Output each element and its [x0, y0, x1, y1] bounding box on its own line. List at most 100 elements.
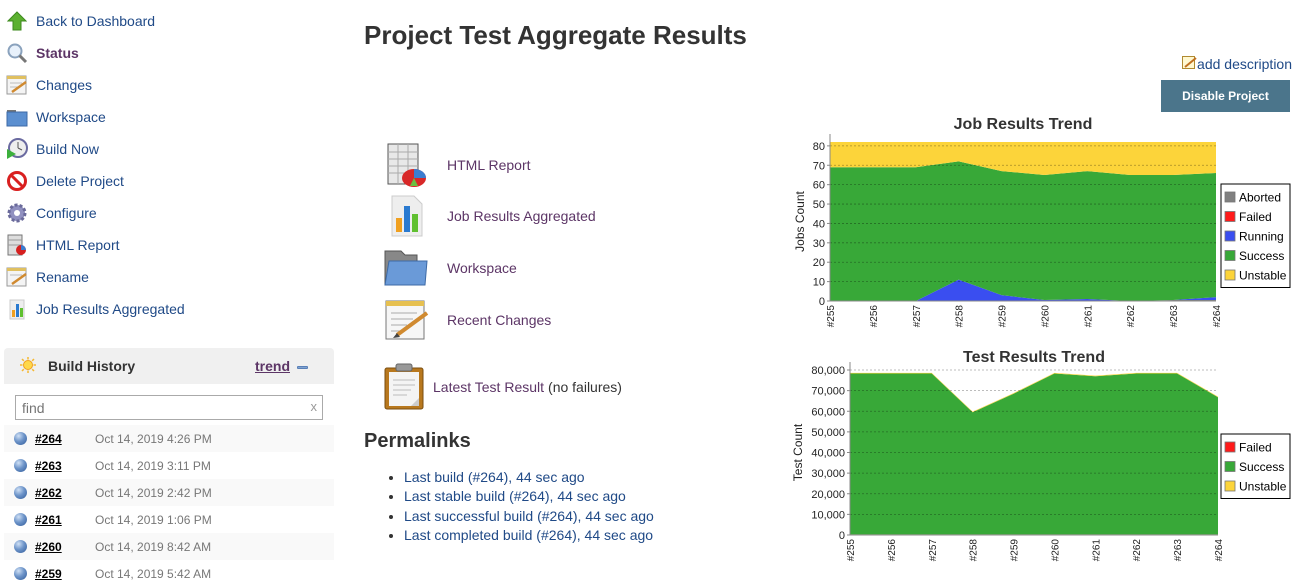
legend-label: Success: [1239, 460, 1284, 474]
sidebar-item-job-results-aggregated[interactable]: Job Results Aggregated: [6, 297, 185, 321]
x-tick-label: #261: [1091, 539, 1102, 562]
status-ball-icon: [14, 459, 27, 472]
build-date[interactable]: Oct 14, 2019 5:42 AM: [95, 567, 211, 581]
magnifier-icon: [6, 42, 28, 64]
permalink-last-successful-build[interactable]: Last successful build (#264), 44 sec ago: [404, 508, 654, 524]
build-date[interactable]: Oct 14, 2019 4:26 PM: [95, 432, 212, 446]
sidebar-item-html-report[interactable]: HTML Report: [6, 233, 120, 257]
sidebar-item-label: Workspace: [36, 109, 106, 125]
up-arrow-icon: [6, 10, 28, 32]
sidebar-item-changes[interactable]: Changes: [6, 73, 92, 97]
x-tick-label: #264: [1212, 305, 1223, 328]
build-date[interactable]: Oct 14, 2019 8:42 AM: [95, 540, 211, 554]
permalink-last-completed-build[interactable]: Last completed build (#264), 44 sec ago: [404, 527, 653, 543]
add-description-link[interactable]: add description: [1197, 56, 1292, 72]
latest-test-result: Latest Test Result (no failures): [383, 363, 622, 411]
sidebar-item-label: Build Now: [36, 141, 100, 157]
job-results-trend-chart[interactable]: Job Results Trend 0 10 20 30 40 50 60 70 80 Jobs C…: [790, 110, 1300, 335]
legend-swatch: [1224, 191, 1236, 203]
sidebar-item-label: Rename: [36, 269, 89, 285]
build-search-input[interactable]: [16, 398, 292, 417]
notepad-icon: [6, 266, 28, 288]
sidebar-item-label: Configure: [36, 205, 97, 221]
link-workspace[interactable]: Workspace: [382, 244, 517, 292]
clear-search-button[interactable]: x: [311, 399, 318, 414]
sidebar-item-label: Delete Project: [36, 173, 124, 189]
html-report-link[interactable]: HTML Report: [447, 157, 531, 173]
build-list: #264 Oct 14, 2019 4:26 PM #263 Oct 14, 201…: [4, 425, 334, 587]
legend-label: Failed: [1239, 441, 1272, 455]
build-number-link[interactable]: #264: [35, 432, 95, 446]
y-tick-label: 70: [813, 160, 825, 172]
y-axis-label: Test Count: [791, 423, 805, 481]
y-tick-label: 0: [819, 296, 825, 308]
build-number-link[interactable]: #259: [35, 567, 95, 581]
build-date[interactable]: Oct 14, 2019 1:06 PM: [95, 513, 212, 527]
permalink-item: Last completed build (#264), 44 sec ago: [404, 526, 654, 545]
area-success: [850, 373, 1218, 535]
clock-play-icon: [6, 138, 28, 160]
latest-test-result-link[interactable]: Latest Test Result: [433, 379, 544, 395]
notepad-icon: [6, 74, 28, 96]
legend-label: Success: [1239, 249, 1284, 263]
html-report-icon: [382, 141, 430, 189]
chart-title: Test Results Trend: [963, 349, 1105, 366]
link-job-results-aggregated[interactable]: Job Results Aggregated: [382, 192, 596, 240]
no-entry-icon: [6, 170, 28, 192]
page-title: Project Test Aggregate Results: [364, 20, 747, 50]
sidebar-item-configure[interactable]: Configure: [6, 201, 97, 225]
build-row: #264 Oct 14, 2019 4:26 PM: [4, 425, 334, 452]
sidebar-item-delete-project[interactable]: Delete Project: [6, 169, 124, 193]
build-row: #262 Oct 14, 2019 2:42 PM: [4, 479, 334, 506]
status-ball-icon: [14, 513, 27, 526]
y-tick-label: 10: [813, 277, 825, 289]
build-number-link[interactable]: #262: [35, 486, 95, 500]
y-tick-label: 80,000: [811, 365, 845, 377]
legend-swatch: [1224, 441, 1236, 453]
sidebar-item-label: Changes: [36, 77, 93, 93]
permalink-last-build[interactable]: Last build (#264), 44 sec ago: [404, 469, 585, 485]
build-date[interactable]: Oct 14, 2019 3:11 PM: [95, 459, 211, 473]
build-number-link[interactable]: #260: [35, 540, 95, 554]
build-number-link[interactable]: #261: [35, 513, 95, 527]
x-tick-label: #262: [1126, 305, 1137, 328]
test-results-trend-chart[interactable]: Test Results Trend 0 10,000 20,000 30,000 40,…: [790, 342, 1300, 564]
y-tick-label: 60,000: [811, 406, 845, 418]
sidebar-item-rename[interactable]: Rename: [6, 265, 89, 289]
trend-link[interactable]: trend: [255, 358, 290, 374]
sidebar-item-build-now[interactable]: Build Now: [6, 137, 99, 161]
build-number-link[interactable]: #263: [35, 459, 95, 473]
x-tick-label: #264: [1214, 539, 1225, 562]
status-ball-icon: [14, 567, 27, 580]
workspace-link[interactable]: Workspace: [447, 260, 517, 276]
recent-changes-link[interactable]: Recent Changes: [447, 312, 551, 328]
disable-project-button[interactable]: Disable Project: [1161, 80, 1290, 112]
build-date[interactable]: Oct 14, 2019 2:42 PM: [95, 486, 212, 500]
y-tick-label: 80: [813, 141, 825, 153]
build-row: #263 Oct 14, 2019 3:11 PM: [4, 452, 334, 479]
permalinks-list: Last build (#264), 44 sec ago Last stabl…: [386, 468, 654, 545]
minimize-icon[interactable]: [297, 366, 308, 369]
legend-swatch: [1224, 269, 1236, 281]
y-tick-label: 30: [813, 238, 825, 250]
y-tick-label: 0: [839, 530, 845, 542]
x-tick-label: #257: [928, 539, 939, 562]
add-description[interactable]: add description: [1182, 55, 1292, 73]
y-tick-label: 40: [813, 218, 825, 230]
link-html-report[interactable]: HTML Report: [382, 141, 531, 189]
y-tick-label: 50,000: [811, 427, 845, 439]
job-results-aggregated-link[interactable]: Job Results Aggregated: [447, 208, 596, 224]
permalink-last-stable-build[interactable]: Last stable build (#264), 44 sec ago: [404, 488, 626, 504]
edit-note-icon: [1182, 55, 1197, 73]
sidebar-item-workspace[interactable]: Workspace: [6, 105, 106, 129]
y-tick-label: 20,000: [811, 489, 845, 501]
x-tick-label: #256: [887, 539, 898, 562]
x-tick-label: #262: [1132, 539, 1143, 562]
sidebar-item-back-to-dashboard[interactable]: Back to Dashboard: [6, 9, 155, 33]
notepad-icon: [382, 296, 430, 344]
legend-label: Unstable: [1239, 269, 1287, 283]
legend-label: Aborted: [1239, 191, 1281, 205]
legend-swatch: [1224, 461, 1236, 472]
link-recent-changes[interactable]: Recent Changes: [382, 296, 551, 344]
sidebar-item-status[interactable]: Status: [6, 41, 79, 65]
